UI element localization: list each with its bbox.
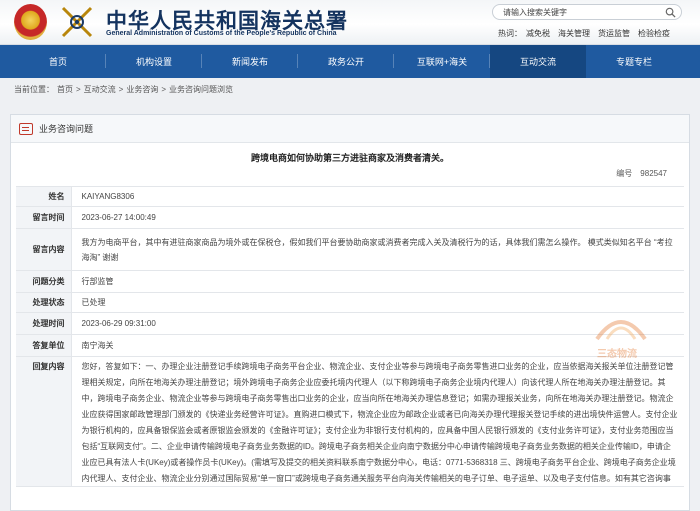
watermark-icon [595, 320, 647, 341]
table-row: 问题分类 行部监管 [16, 270, 684, 293]
reply-content-cell: 您好，答复如下：一、办理企业注册登记手续跨境电子商务平台企业、物流企业、支付企业… [71, 356, 684, 487]
breadcrumb-prefix: 当前位置： [14, 84, 54, 94]
reply-unit-label: 答复单位 [16, 334, 72, 357]
reply-content-value: 您好，答复如下：一、办理企业注册登记手续跨境电子商务平台企业、物流企业、支付企业… [81, 362, 678, 483]
table-row: 处理时间 2023-06-29 09:31:00 [16, 312, 684, 335]
search-input[interactable] [493, 5, 658, 19]
breadcrumb-separator: > [161, 84, 167, 94]
handle-time-label: 处理时间 [16, 312, 72, 335]
nav-topics[interactable]: 专题专栏 [586, 45, 682, 78]
document-icon [19, 122, 33, 135]
watermark-logo: 三态物流 [591, 309, 661, 369]
name-label: 姓名 [16, 186, 72, 207]
hot-word-link[interactable]: 减免税 [526, 29, 550, 38]
consult-detail-table: 姓名 KAIYANG8306 留言时间 2023-06-27 14:00:49 … [16, 186, 684, 487]
message-content-label: 留言内容 [16, 228, 72, 271]
breadcrumb-separator: > [76, 84, 81, 94]
nav-interaction[interactable]: 互动交流 [490, 45, 586, 78]
nav-label: 互联网+海关 [416, 57, 468, 67]
breadcrumb-link-home[interactable]: 首页 [57, 84, 73, 95]
hot-words-label: 热词： [498, 29, 522, 38]
question-number-value: 982547 [640, 169, 667, 178]
hot-words: 热词： 减免税 海关管理 货运监管 检验检疫 [498, 28, 678, 39]
table-row: 姓名 KAIYANG8306 [16, 186, 684, 207]
nav-organization[interactable]: 机构设置 [106, 45, 202, 78]
category-value: 行部监管 [71, 270, 684, 293]
message-time-label: 留言时间 [16, 206, 72, 229]
breadcrumb-link-interaction[interactable]: 互动交流 [84, 84, 116, 95]
nav-news[interactable]: 新闻发布 [202, 45, 298, 78]
breadcrumb-link-consult[interactable]: 业务咨询 [126, 84, 158, 95]
nav-label: 专题专栏 [615, 57, 652, 67]
breadcrumb-current: 业务咨询问题浏览 [169, 84, 234, 94]
table-row: 留言时间 2023-06-27 14:00:49 [16, 206, 684, 229]
reply-content-label: 回复内容 [16, 356, 72, 487]
name-value: KAIYANG8306 [71, 186, 684, 207]
site-header: 中华人民共和国海关总署 General Administration of Cu… [0, 0, 700, 45]
panel-title: 业务咨询问题 [39, 124, 94, 134]
panel-header: 业务咨询问题 [11, 115, 689, 143]
breadcrumb: 当前位置： 首页 > 互动交流 > 业务咨询 > 业务咨询问题浏览 [0, 80, 700, 98]
nav-label: 首页 [48, 57, 67, 67]
customs-logo-icon [61, 6, 93, 38]
nav-home[interactable]: 首页 [10, 45, 106, 78]
status-label: 处理状态 [16, 292, 72, 313]
nav-label: 机构设置 [135, 57, 172, 67]
table-row: 处理状态 已处理 [16, 292, 684, 313]
national-emblem-icon [14, 4, 47, 40]
question-title: 跨境电商如何协助第三方进驻商家及消费者清关。 [250, 153, 449, 163]
watermark-text: 三态物流 [597, 349, 637, 360]
nav-label: 新闻发布 [231, 57, 268, 67]
hot-word-link[interactable]: 货运监管 [598, 29, 630, 38]
nav-internet-customs[interactable]: 互联网+海关 [394, 45, 490, 78]
search-box [492, 4, 682, 20]
hot-word-link[interactable]: 检验检疫 [638, 29, 670, 38]
question-number-label: 编号 [616, 169, 633, 178]
message-time-value: 2023-06-27 14:00:49 [71, 206, 684, 229]
table-row: 回复内容 您好，答复如下：一、办理企业注册登记手续跨境电子商务平台企业、物流企业… [16, 356, 684, 487]
breadcrumb-separator: > [118, 84, 124, 94]
nav-label: 互动交流 [519, 57, 556, 67]
table-row: 答复单位 南宁海关 [16, 334, 684, 357]
message-content-value: 我方为电商平台，其中有进驻商家商品为境外或在保税仓，假如我们平台要协助商家或消费… [71, 228, 684, 271]
hot-word-link[interactable]: 海关管理 [558, 29, 590, 38]
nav-gov-affairs[interactable]: 政务公开 [298, 45, 394, 78]
main-nav: 首页 机构设置 新闻发布 政务公开 互联网+海关 互动交流 专题专栏 [0, 45, 700, 78]
search-icon[interactable] [665, 7, 676, 18]
category-label: 问题分类 [16, 270, 72, 293]
table-row: 留言内容 我方为电商平台，其中有进驻商家商品为境外或在保税仓，假如我们平台要协助… [16, 228, 684, 271]
site-title-en: General Administration of Customs of the… [106, 30, 337, 37]
nav-label: 政务公开 [327, 57, 364, 67]
question-number: 编号 982547 [11, 168, 689, 182]
consult-detail-panel: 业务咨询问题 跨境电商如何协助第三方进驻商家及消费者清关。 编号 982547 姓… [10, 114, 690, 511]
